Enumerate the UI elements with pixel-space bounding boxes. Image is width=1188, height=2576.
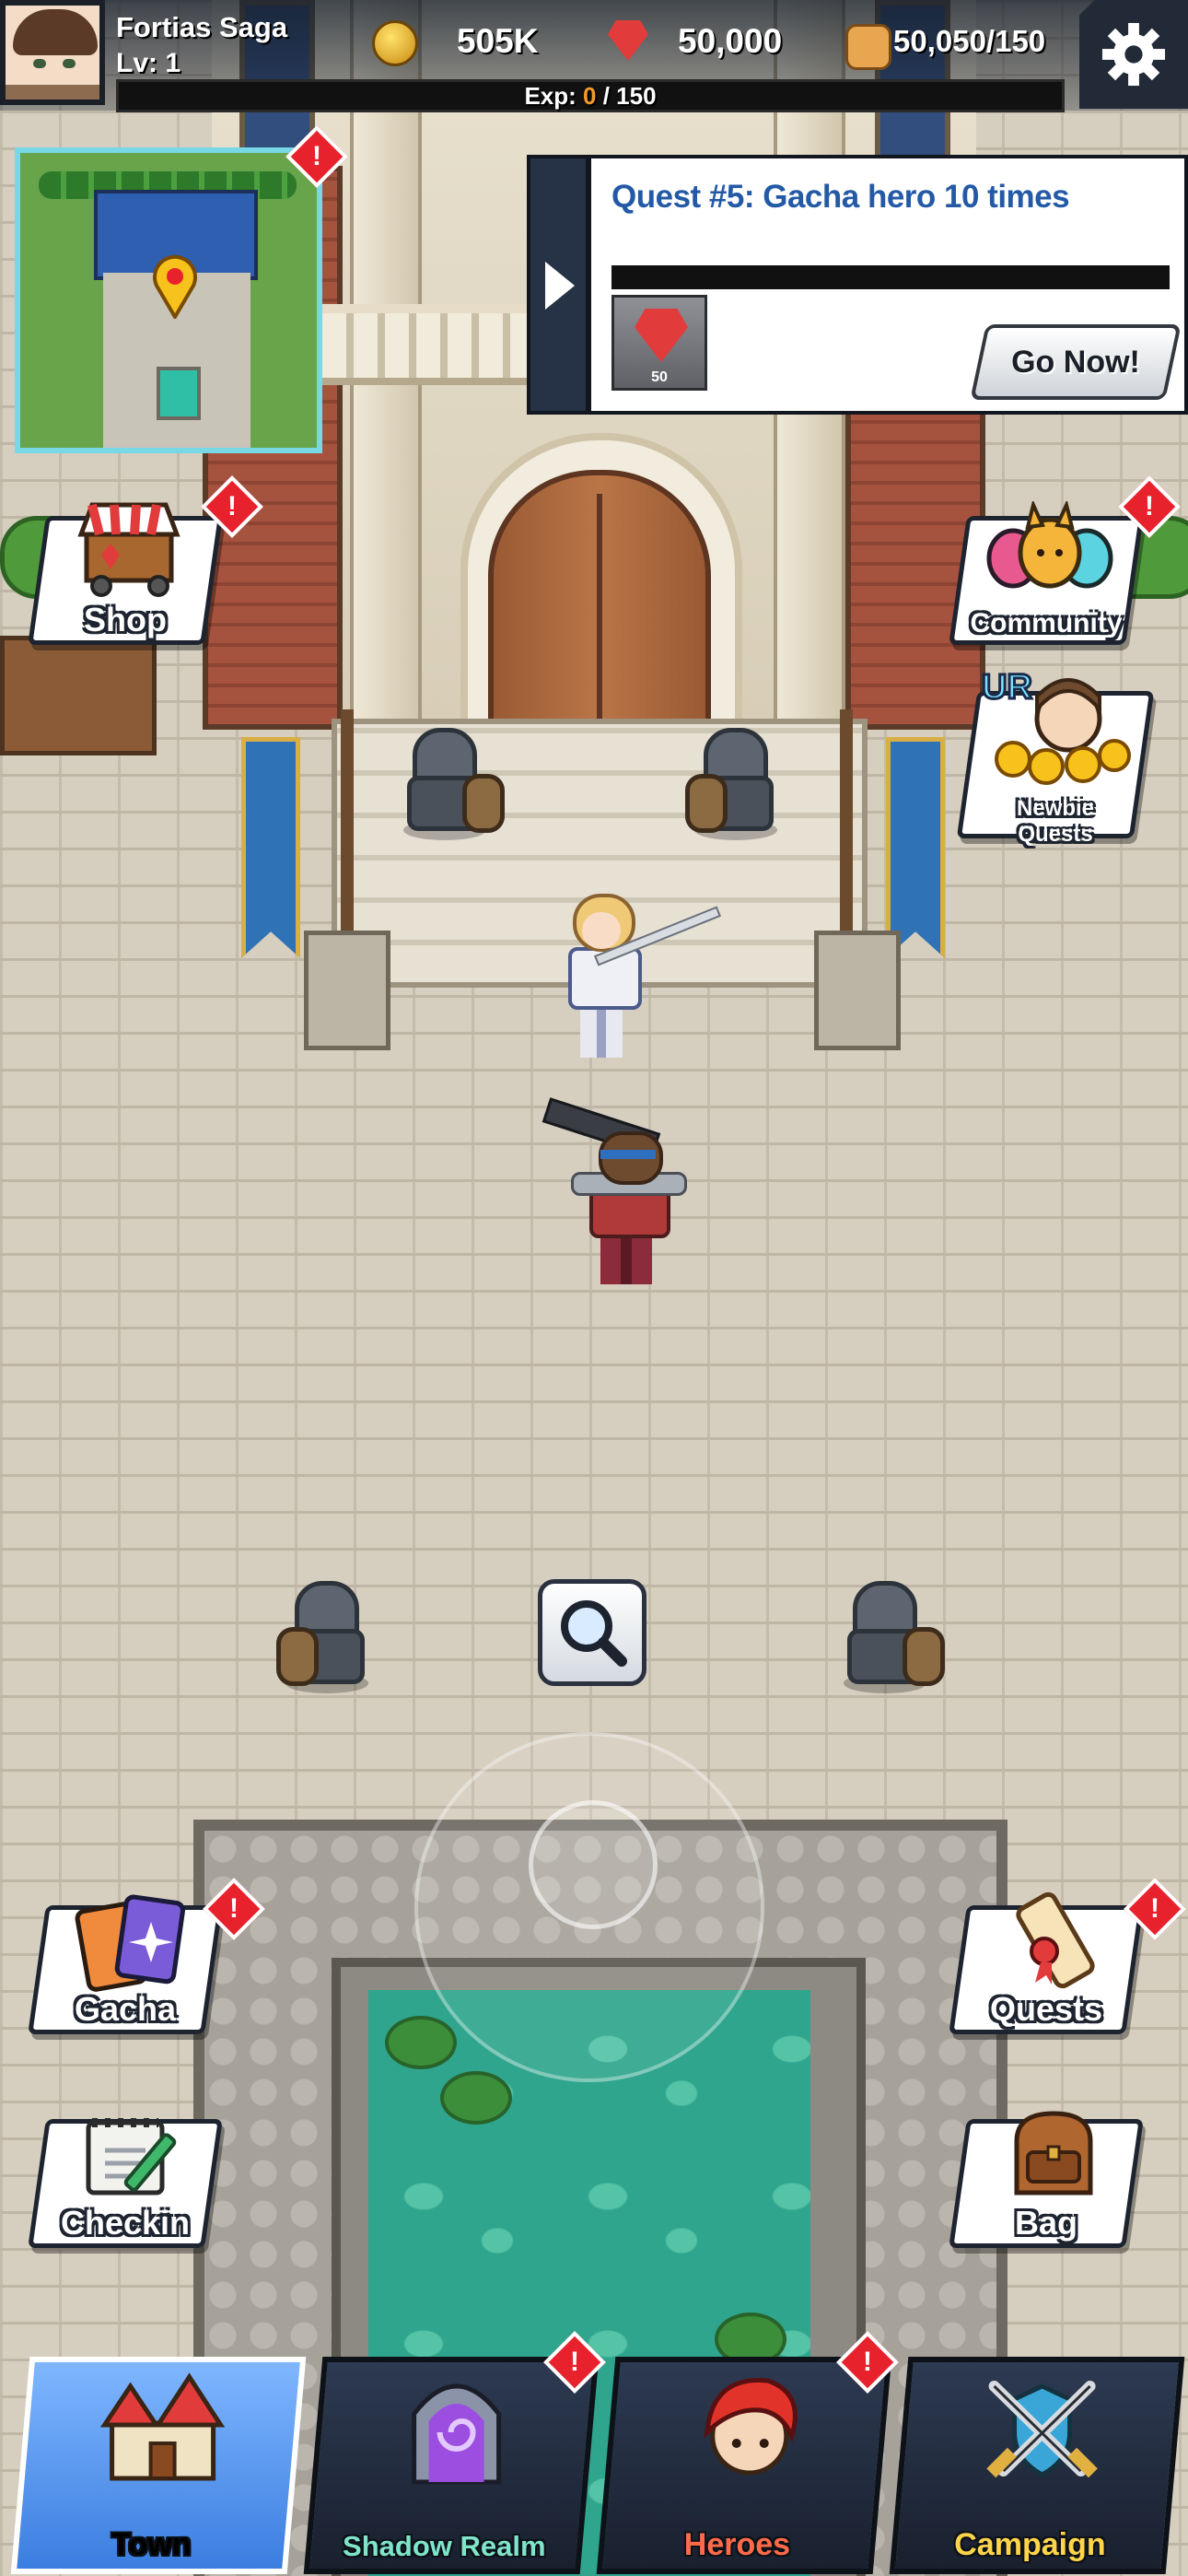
exp-text: Exp: 0 / 150 xyxy=(119,82,1062,110)
top-hud: Fortias Saga Lv: 1 Exp: 0 / 150 505K 50,… xyxy=(0,0,1188,112)
bread-icon xyxy=(845,24,891,70)
guard-npc[interactable] xyxy=(276,1581,378,1701)
player-character xyxy=(542,1097,718,1308)
quest-collapse-tab[interactable] xyxy=(527,155,589,415)
virtual-joystick[interactable] xyxy=(414,1732,764,2082)
backpack-icon xyxy=(1014,2111,1093,2195)
quest-card: Quest #5: Gacha hero 10 times 50 Go Now! xyxy=(588,155,1188,415)
minimap[interactable] xyxy=(15,147,322,453)
gear-icon xyxy=(1101,22,1166,87)
location-pin-icon xyxy=(153,254,197,319)
exp-separator: / xyxy=(596,82,617,110)
exp-current: 0 xyxy=(583,82,597,110)
checkin-label: Checkin xyxy=(60,2204,191,2242)
shop-stall-icon xyxy=(77,502,181,597)
exp-bar: Exp: 0 / 150 xyxy=(116,79,1065,112)
go-now-label: Go Now! xyxy=(1011,345,1140,380)
gold-value: 505K xyxy=(457,22,539,60)
nav-label-heroes: Heroes xyxy=(683,2527,791,2562)
heroine-npc[interactable] xyxy=(527,894,722,1078)
gacha-button[interactable]: Gacha xyxy=(28,1887,223,2034)
nav-tab-shadow-realm[interactable]: Shadow Realm xyxy=(303,2357,600,2574)
bag-label: Bag xyxy=(1014,2204,1077,2242)
nav-label-campaign: Campaign xyxy=(954,2527,1106,2562)
newbie-quests-label: Newbie Quests xyxy=(958,796,1153,848)
search-button[interactable] xyxy=(538,1579,646,1686)
guard-npc[interactable] xyxy=(834,1581,945,1701)
player-level: Lv: 1 xyxy=(116,48,181,78)
newbie-quests-button[interactable]: UR Newbie Quests xyxy=(956,667,1155,857)
magnifier-icon xyxy=(561,1600,627,1667)
quest-progress-bar xyxy=(611,265,1170,289)
player-avatar[interactable] xyxy=(0,0,105,105)
guard-npc[interactable] xyxy=(685,728,786,848)
gem-value: 50,000 xyxy=(678,22,783,60)
play-arrow-icon xyxy=(545,262,575,310)
merchant-table xyxy=(0,636,157,755)
ur-badge-text: UR xyxy=(982,668,1032,707)
quests-label: Quests xyxy=(989,1990,1103,2028)
nav-label-town: Town xyxy=(111,2527,192,2562)
community-mascots-icon xyxy=(986,501,1113,589)
portal-icon xyxy=(412,2383,502,2485)
hall-door xyxy=(488,470,711,730)
bottom-navigation: Town Shadow Realm Heroes Campaign xyxy=(0,2344,1188,2576)
lily-pad xyxy=(385,2016,457,2069)
player-name: Fortias Saga xyxy=(116,11,288,43)
hero-face-icon xyxy=(704,2377,798,2476)
nav-tab-town[interactable]: Town xyxy=(10,2357,307,2574)
go-now-button[interactable]: Go Now! xyxy=(970,324,1182,400)
shop-label: Shop xyxy=(84,601,167,638)
quest-title: Quest #5: Gacha hero 10 times xyxy=(611,179,1070,215)
guard-npc[interactable] xyxy=(394,728,505,848)
crossed-swords-icon xyxy=(986,2381,1098,2478)
gacha-cards-icon xyxy=(75,1894,186,1992)
blue-banner xyxy=(886,737,945,958)
gacha-label: Gacha xyxy=(74,1990,177,2028)
calendar-icon xyxy=(86,2118,177,2195)
pillar-base xyxy=(814,931,901,1050)
community-button[interactable]: Community xyxy=(949,498,1144,645)
settings-button[interactable] xyxy=(1079,0,1188,109)
newbie-quests-label-line2: Quests xyxy=(1018,822,1093,847)
blue-banner xyxy=(241,737,300,958)
town-castle-icon xyxy=(99,2372,226,2481)
nav-tab-campaign[interactable]: Campaign xyxy=(889,2357,1185,2574)
gold-coin-icon xyxy=(372,20,418,66)
nav-label-shadow-realm: Shadow Realm xyxy=(343,2530,546,2562)
exp-max: 150 xyxy=(616,82,657,110)
scroll-icon xyxy=(1016,1891,1095,1989)
checkin-button[interactable]: Checkin xyxy=(28,2101,223,2248)
pillar-base xyxy=(304,931,390,1050)
ruby-gem-icon xyxy=(635,309,688,362)
exp-label: Exp: xyxy=(524,82,577,110)
community-label: Community xyxy=(970,608,1123,638)
ruby-gem-icon xyxy=(608,20,648,61)
reward-quantity: 50 xyxy=(651,369,668,385)
newbie-quests-label-line1: Newbie xyxy=(1016,796,1095,821)
stamina-value: 50,050/150 xyxy=(893,24,1046,58)
joystick-knob[interactable] xyxy=(529,1800,658,1929)
bag-button[interactable]: Bag xyxy=(949,2101,1144,2248)
newbie-hero-icon: UR xyxy=(981,667,1131,785)
quest-reward[interactable]: 50 xyxy=(611,295,707,391)
lily-pad xyxy=(440,2071,512,2125)
shop-button[interactable]: Shop xyxy=(28,498,223,645)
quests-button[interactable]: Quests xyxy=(949,1887,1144,2034)
quest-tracker: Quest #5: Gacha hero 10 times 50 Go Now! xyxy=(527,155,1188,415)
nav-tab-heroes[interactable]: Heroes xyxy=(596,2357,892,2574)
